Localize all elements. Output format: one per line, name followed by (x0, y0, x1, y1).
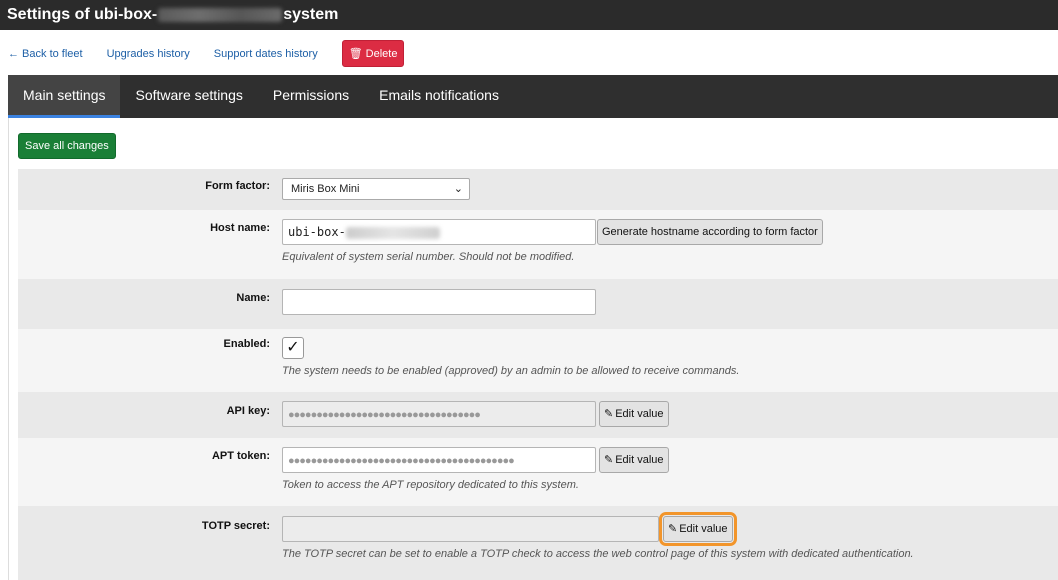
enabled-checkbox[interactable]: ✓ (282, 337, 304, 359)
form-factor-value: Miris Box Mini (291, 183, 360, 195)
totp-secret-edit-button[interactable]: ✎ Edit value (659, 512, 737, 546)
apt-token-help: Token to access the APT repository dedic… (282, 479, 579, 491)
tab-bar: Main settings Software settings Permissi… (8, 75, 1058, 118)
apt-token-edit-label: Edit value (615, 454, 664, 466)
form-factor-label: Form factor: (205, 180, 270, 192)
back-to-fleet-link[interactable]: ← Back to fleet (8, 48, 83, 60)
apt-token-row: APT token: ●●●●●●●●●●●●●●●●●●●●●●●●●●●●●… (18, 438, 1058, 506)
form-factor-select[interactable]: Miris Box Mini ⌄ (282, 178, 470, 200)
tab-emails-notifications[interactable]: Emails notifications (364, 75, 514, 118)
action-bar: ← Back to fleet Upgrades history Support… (8, 40, 405, 67)
host-name-value: ubi-box- (288, 225, 346, 239)
host-name-label: Host name: (210, 222, 270, 234)
title-suffix: system (283, 6, 339, 23)
api-key-edit-button[interactable]: ✎ Edit value (599, 401, 669, 427)
trash-icon: 🗑 (348, 48, 363, 60)
totp-secret-input[interactable] (282, 516, 659, 542)
enabled-label: Enabled: (223, 338, 270, 350)
apt-token-masked-value: ●●●●●●●●●●●●●●●●●●●●●●●●●●●●●●●●●●●●●●●● (288, 455, 515, 467)
tab-software-settings[interactable]: Software settings (120, 75, 257, 118)
title-bar: Settings of ubi-box- system (0, 0, 1058, 30)
api-key-edit-label: Edit value (615, 408, 664, 420)
redacted-serial (158, 8, 283, 22)
totp-secret-row: TOTP secret: ✎ Edit value The TOTP secret… (18, 506, 1058, 580)
main-settings-panel: Save all changes Form factor: Miris Box … (8, 118, 1058, 580)
totp-secret-help: The TOTP secret can be set to enable a T… (282, 548, 914, 560)
tab-permissions[interactable]: Permissions (258, 75, 364, 118)
upgrades-history-link[interactable]: Upgrades history (107, 48, 190, 60)
apt-token-edit-button[interactable]: ✎ Edit value (599, 447, 669, 473)
delete-label: Delete (365, 47, 398, 60)
save-all-changes-button[interactable]: Save all changes (18, 133, 116, 159)
api-key-input[interactable]: ●●●●●●●●●●●●●●●●●●●●●●●●●●●●●●●●●● (282, 401, 596, 427)
enabled-row: Enabled: ✓ The system needs to be enable… (18, 329, 1058, 392)
host-name-help: Equivalent of system serial number. Shou… (282, 251, 575, 263)
edit-icon: ✎ (668, 523, 678, 535)
edit-icon: ✎ (604, 408, 614, 420)
name-row: Name: (18, 279, 1058, 329)
support-dates-history-link[interactable]: Support dates history (214, 48, 318, 60)
name-label: Name: (236, 292, 270, 304)
name-input[interactable] (282, 289, 596, 315)
host-name-input[interactable]: ubi-box- (282, 219, 596, 245)
page-title: Settings of ubi-box- system (0, 0, 1058, 30)
form-factor-row: Form factor: Miris Box Mini ⌄ (18, 169, 1058, 210)
apt-token-label: APT token: (211, 450, 270, 462)
enabled-help: The system needs to be enabled (approved… (282, 365, 740, 377)
generate-hostname-button[interactable]: Generate hostname according to form fact… (597, 219, 823, 245)
chevron-down-icon: ⌄ (453, 183, 463, 195)
check-icon: ✓ (286, 339, 300, 356)
totp-secret-edit-label: Edit value (679, 523, 728, 535)
tab-main-settings[interactable]: Main settings (8, 75, 121, 118)
title-prefix: Settings of ubi-box- (7, 6, 158, 23)
host-name-row: Host name: ubi-box- Generate hostname ac… (18, 210, 1058, 279)
redacted-serial (345, 226, 440, 239)
edit-icon: ✎ (604, 454, 614, 466)
api-key-masked-value: ●●●●●●●●●●●●●●●●●●●●●●●●●●●●●●●●●● (288, 409, 481, 421)
apt-token-input[interactable]: ●●●●●●●●●●●●●●●●●●●●●●●●●●●●●●●●●●●●●●●● (282, 447, 596, 473)
delete-button[interactable]: 🗑 Delete (341, 40, 405, 67)
api-key-row: API key: ●●●●●●●●●●●●●●●●●●●●●●●●●●●●●●●… (18, 392, 1058, 438)
totp-secret-label: TOTP secret: (201, 520, 270, 532)
api-key-label: API key: (226, 405, 270, 417)
